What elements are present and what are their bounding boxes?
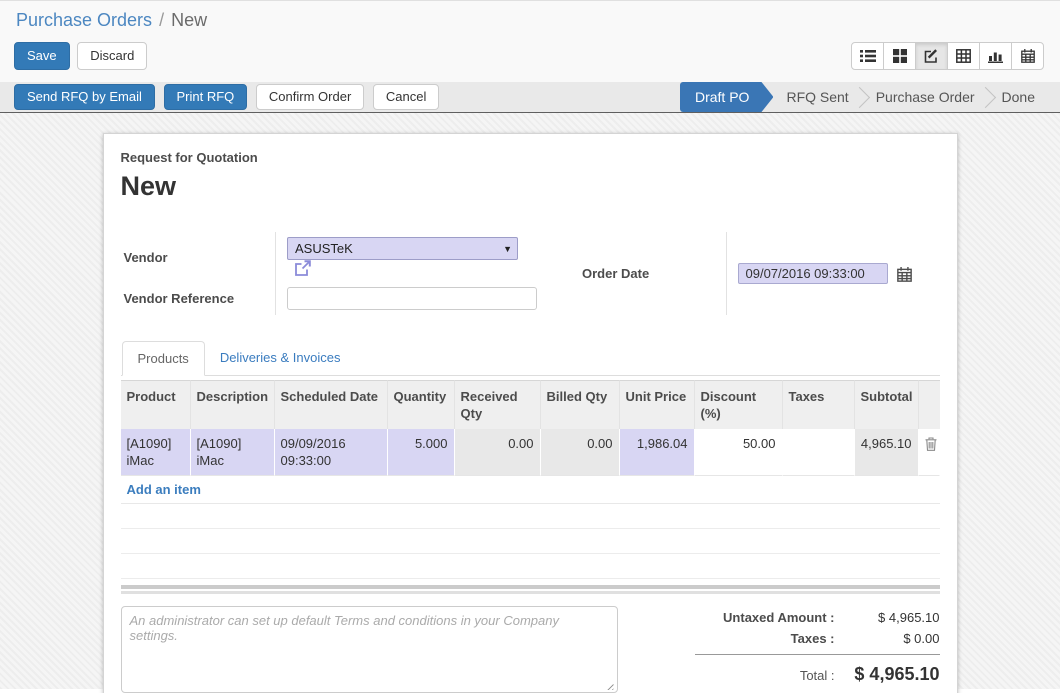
col-product: Product: [121, 380, 191, 429]
col-quantity: Quantity: [388, 380, 455, 429]
col-received-qty: Received Qty: [455, 380, 541, 429]
pivot-table-icon: [956, 49, 971, 63]
send-rfq-by-email-button[interactable]: Send RFQ by Email: [14, 84, 155, 110]
view-switcher-kanban-button[interactable]: [883, 42, 916, 70]
save-button[interactable]: Save: [14, 42, 70, 70]
terms-and-conditions-input[interactable]: [121, 606, 618, 693]
view-switcher: [851, 42, 1044, 70]
total-label: Total :: [800, 668, 835, 683]
tab-deliveries-invoices[interactable]: Deliveries & Invoices: [205, 341, 356, 376]
top-bar: Purchase Orders / New Save Discard: [0, 0, 1060, 82]
taxes-value: $ 0.00: [835, 631, 940, 646]
kanban-icon: [893, 49, 907, 63]
confirm-order-button[interactable]: Confirm Order: [256, 84, 364, 110]
tab-products[interactable]: Products: [122, 341, 205, 376]
dropdown-caret-icon: ▼: [503, 244, 512, 254]
form-view-background: Request for Quotation New Vendor ASUSTeK…: [0, 113, 1060, 689]
external-link-icon: [294, 260, 311, 277]
totals-block: Untaxed Amount : $ 4,965.10 Taxes : $ 0.…: [695, 606, 940, 693]
cell-taxes[interactable]: [783, 429, 855, 476]
add-an-item-link[interactable]: Add an item: [127, 482, 201, 497]
status-step-done[interactable]: Done: [989, 89, 1048, 105]
list-icon: [860, 49, 876, 63]
table-header-row: Product Description Scheduled Date Quant…: [121, 380, 940, 429]
list-resize-handle[interactable]: [121, 585, 940, 589]
col-scheduled-date: Scheduled Date: [275, 380, 388, 429]
order-lines-table: Product Description Scheduled Date Quant…: [121, 380, 940, 476]
view-switcher-list-button[interactable]: [851, 42, 884, 70]
edit-form-icon: [924, 49, 939, 64]
calendar-icon: [1021, 49, 1035, 63]
empty-line: [121, 554, 940, 579]
view-switcher-calendar-button[interactable]: [1011, 42, 1044, 70]
view-switcher-graph-button[interactable]: [979, 42, 1012, 70]
cell-received-qty: 0.00: [455, 429, 541, 476]
list-resize-handle-shadow: [121, 591, 940, 594]
status-step-draft-po[interactable]: Draft PO: [680, 82, 773, 112]
col-taxes: Taxes: [783, 380, 855, 429]
col-billed-qty: Billed Qty: [541, 380, 620, 429]
order-date-label: Order Date: [579, 232, 726, 315]
status-steps: Draft PO RFQ Sent Purchase Order Done: [680, 82, 1060, 112]
vendor-select[interactable]: ASUSTeK ▼: [287, 237, 518, 260]
cancel-button[interactable]: Cancel: [373, 84, 439, 110]
status-bar: Send RFQ by Email Print RFQ Confirm Orde…: [0, 82, 1060, 113]
form-sheet: Request for Quotation New Vendor ASUSTeK…: [103, 133, 958, 693]
view-switcher-form-button[interactable]: [915, 42, 948, 70]
breadcrumb-parent-link[interactable]: Purchase Orders: [16, 10, 152, 30]
totals-divider: [695, 654, 940, 655]
untaxed-amount-value: $ 4,965.10: [835, 610, 940, 625]
status-step-purchase-order[interactable]: Purchase Order: [863, 89, 988, 105]
cell-description[interactable]: [A1090] iMac: [191, 429, 275, 476]
cell-subtotal: 4,965.10: [855, 429, 919, 476]
total-value: $ 4,965.10: [835, 664, 940, 685]
cell-billed-qty: 0.00: [541, 429, 620, 476]
breadcrumb-separator: /: [159, 10, 164, 30]
vendor-label: Vendor: [121, 232, 276, 282]
breadcrumb-current: New: [171, 10, 207, 30]
order-date-input[interactable]: [738, 263, 888, 284]
print-rfq-button[interactable]: Print RFQ: [164, 84, 248, 110]
col-discount: Discount (%): [695, 380, 783, 429]
vendor-select-value: ASUSTeK: [295, 241, 353, 256]
cell-scheduled-date[interactable]: 09/09/2016 09:33:00: [275, 429, 388, 476]
bar-chart-icon: [988, 49, 1003, 63]
col-subtotal: Subtotal: [855, 380, 919, 429]
vendor-reference-label: Vendor Reference: [121, 282, 276, 315]
col-unit-price: Unit Price: [620, 380, 695, 429]
page-title: New: [121, 171, 940, 202]
empty-line: [121, 529, 940, 554]
notebook-tabs: Products Deliveries & Invoices: [121, 341, 940, 376]
empty-line: [121, 504, 940, 529]
vendor-reference-input[interactable]: [287, 287, 537, 310]
delete-line-button[interactable]: [919, 429, 940, 476]
order-line-row: [A1090] iMac [A1090] iMac 09/09/2016 09:…: [121, 429, 940, 476]
discard-button[interactable]: Discard: [77, 42, 147, 70]
breadcrumb: Purchase Orders / New: [0, 1, 1060, 33]
col-description: Description: [191, 380, 275, 429]
cell-discount[interactable]: 50.00: [695, 429, 783, 476]
date-picker-button[interactable]: [897, 267, 912, 282]
trash-icon: [925, 437, 937, 451]
calendar-icon: [897, 267, 912, 282]
cell-unit-price[interactable]: 1,986.04: [620, 429, 695, 476]
untaxed-amount-label: Untaxed Amount :: [723, 610, 834, 625]
view-switcher-pivot-button[interactable]: [947, 42, 980, 70]
col-actions: [919, 380, 940, 429]
cell-quantity[interactable]: 5.000: [388, 429, 455, 476]
form-subtitle: Request for Quotation: [121, 150, 940, 165]
open-vendor-record-button[interactable]: [294, 260, 311, 277]
taxes-label: Taxes :: [791, 631, 835, 646]
cell-product[interactable]: [A1090] iMac: [121, 429, 191, 476]
